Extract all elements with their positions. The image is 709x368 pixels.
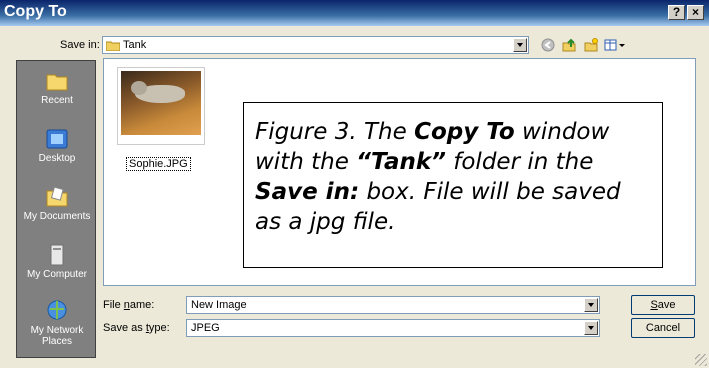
folder-icon: [106, 41, 120, 51]
places-my-network-places-label: My Network Places: [30, 325, 84, 347]
label-part: File: [103, 299, 124, 311]
desktop-icon: [46, 129, 68, 149]
new-folder-icon[interactable]: [584, 38, 598, 52]
back-icon[interactable]: [541, 38, 555, 52]
file-name-field[interactable]: New Image: [186, 296, 600, 314]
file-thumbnail[interactable]: [117, 67, 205, 145]
save-button[interactable]: Save: [631, 295, 695, 315]
file-name-label[interactable]: Sophie.JPG: [126, 157, 191, 171]
chevron-down-icon[interactable]: [584, 298, 598, 312]
places-desktop-label: Desktop: [38, 153, 76, 164]
places-desktop[interactable]: Desktop: [17, 127, 97, 164]
label-part: ype:: [148, 322, 170, 334]
places-my-network-places[interactable]: My Network Places: [17, 299, 97, 347]
chevron-down-icon[interactable]: [513, 38, 527, 52]
my-computer-icon: [50, 244, 64, 266]
resize-grip[interactable]: [695, 354, 707, 366]
callout-text: Figure 3. The: [255, 119, 415, 145]
file-name-label-text: File name:: [103, 299, 154, 311]
save-label: ave: [657, 299, 676, 311]
callout-line-3: Save in: box. File will be saved: [255, 177, 652, 207]
window-title: Copy To: [4, 3, 67, 20]
label-part: Save as: [103, 322, 146, 334]
places-recent[interactable]: Recent: [17, 69, 97, 106]
up-folder-icon[interactable]: [562, 38, 576, 52]
callout-text: window: [514, 119, 610, 145]
save-accelerator: S: [650, 299, 658, 311]
close-button[interactable]: ×: [687, 5, 704, 20]
recent-folder-icon: [46, 74, 68, 91]
callout-text: box. File will be saved: [359, 179, 621, 205]
cancel-button[interactable]: Cancel: [631, 318, 695, 338]
save-as-type-label: Save as type:: [103, 322, 170, 334]
annotation-callout: Figure 3. The Copy To window with the “T…: [243, 102, 663, 268]
label-part: ame:: [129, 299, 155, 311]
places-my-documents[interactable]: My Documents: [17, 185, 97, 222]
callout-bold-text: Save in:: [255, 179, 360, 205]
save-as-type-value: JPEG: [191, 322, 220, 334]
file-name-value: New Image: [191, 299, 247, 311]
callout-line-1: Figure 3. The Copy To window: [255, 117, 652, 147]
callout-text: folder in the: [445, 149, 594, 175]
my-documents-icon: [46, 186, 68, 207]
chevron-down-icon[interactable]: [584, 321, 598, 335]
callout-line-4: as a jpg file.: [255, 209, 396, 235]
cat-head-shape: [131, 81, 147, 95]
photo-thumbnail-image: [121, 71, 201, 135]
places-bar: Recent Desktop My Documents My Computer …: [16, 60, 96, 358]
callout-line-2: with the “Tank” folder in the: [255, 147, 652, 177]
callout-bold-text: “Tank”: [356, 149, 446, 175]
views-icon[interactable]: [604, 38, 626, 52]
save-in-label: Save in:: [60, 39, 100, 51]
title-bar: Copy To ? ×: [0, 0, 709, 26]
help-button[interactable]: ?: [668, 5, 685, 20]
save-in-value: Tank: [123, 39, 147, 51]
save-in-dropdown[interactable]: Tank: [102, 36, 529, 54]
places-my-documents-label: My Documents: [23, 211, 91, 222]
callout-text: with the: [255, 149, 357, 175]
callout-bold-text: Copy To: [414, 119, 515, 145]
places-my-computer[interactable]: My Computer: [17, 243, 97, 280]
places-recent-label: Recent: [41, 95, 73, 106]
save-as-type-dropdown[interactable]: JPEG: [186, 319, 600, 337]
network-places-icon: [47, 300, 67, 320]
places-my-computer-label: My Computer: [26, 269, 87, 280]
